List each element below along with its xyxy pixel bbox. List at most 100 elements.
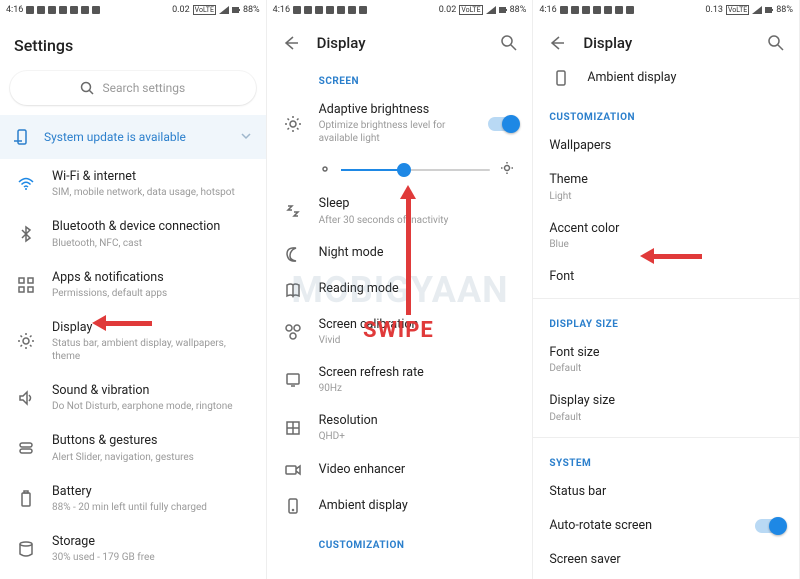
item-title: Theme xyxy=(549,172,785,188)
search-input[interactable]: Search settings xyxy=(10,71,256,105)
item-status-bar[interactable]: Status bar xyxy=(533,475,799,509)
signal-icon xyxy=(752,6,762,14)
item-title: Night mode xyxy=(319,245,519,261)
signal-icon xyxy=(486,6,496,14)
item-resolution[interactable]: ResolutionQHD+ xyxy=(267,404,533,452)
item-sub: SIM, mobile network, data usage, hotspot xyxy=(52,186,252,199)
status-app-icon xyxy=(293,6,301,14)
chevron-down-icon xyxy=(240,130,252,145)
status-volte: VoLTE xyxy=(726,5,749,15)
item-font-size[interactable]: Font sizeDefault xyxy=(533,336,799,384)
item-sub: After 30 seconds of inactivity xyxy=(319,214,519,227)
item-reading-mode[interactable]: Reading mode xyxy=(267,272,533,308)
item-night-mode[interactable]: Night mode xyxy=(267,236,533,272)
search-icon xyxy=(767,34,785,52)
settings-item-security[interactable]: Security & lock screen xyxy=(0,574,266,579)
display-icon xyxy=(17,332,35,350)
item-sub: Status bar, ambient display, wallpapers,… xyxy=(52,337,252,363)
item-title: Screen saver xyxy=(549,552,785,568)
item-refresh-rate[interactable]: Screen refresh rate90Hz xyxy=(267,356,533,404)
divider xyxy=(533,437,799,438)
brightness-slider[interactable] xyxy=(267,154,533,187)
settings-item-wifi[interactable]: Wi-Fi & internetSIM, mobile network, dat… xyxy=(0,159,266,209)
item-theme[interactable]: Theme Light xyxy=(533,163,799,211)
item-ambient-display[interactable]: Ambient display xyxy=(533,60,799,96)
settings-item-battery[interactable]: Battery88% - 20 min left until fully cha… xyxy=(0,474,266,524)
item-font[interactable]: Font xyxy=(533,260,799,294)
adaptive-brightness-toggle[interactable] xyxy=(488,117,518,131)
banner-text: System update is available xyxy=(44,130,186,144)
item-adaptive-brightness[interactable]: Adaptive brightnessOptimize brightness l… xyxy=(267,93,533,154)
item-title: Adaptive brightness xyxy=(319,102,475,118)
status-time: 4:16 xyxy=(273,5,290,15)
status-app-icon xyxy=(326,6,334,14)
section-screen: SCREEN xyxy=(267,60,533,93)
settings-item-sound[interactable]: Sound & vibrationDo Not Disturb, earphon… xyxy=(0,373,266,423)
status-app-icon xyxy=(582,6,590,14)
storage-icon xyxy=(17,540,35,558)
status-app-icon xyxy=(59,6,67,14)
status-app-icon xyxy=(48,6,56,14)
buttons-icon xyxy=(17,439,35,457)
item-sub: QHD+ xyxy=(319,430,519,443)
search-button[interactable] xyxy=(500,34,518,52)
display-screen: 4:16 0.02 VoLTE 88% Display SCREE xyxy=(267,0,534,579)
wifi-icon xyxy=(17,175,35,193)
search-button[interactable] xyxy=(767,34,785,52)
status-app-icon xyxy=(315,6,323,14)
item-ambient-display[interactable]: Ambient display xyxy=(267,488,533,524)
item-auto-rotate[interactable]: Auto-rotate screen xyxy=(533,509,799,543)
status-app-icon xyxy=(337,6,345,14)
settings-item-apps[interactable]: Apps & notificationsPermissions, default… xyxy=(0,260,266,310)
item-sub: Light xyxy=(549,190,785,203)
item-screen-saver[interactable]: Screen saver xyxy=(533,543,799,577)
item-sub: Optimize brightness level for available … xyxy=(319,119,475,145)
signal-icon xyxy=(219,6,229,14)
swipe-label: SWIPE xyxy=(363,318,434,343)
item-accent-color[interactable]: Accent colorBlue xyxy=(533,212,799,260)
item-sub: 30% used - 179 GB free xyxy=(52,551,252,564)
item-video-enhancer[interactable]: Video enhancer xyxy=(267,452,533,488)
brightness-low-icon xyxy=(319,160,331,179)
item-sub: Permissions, default apps xyxy=(52,287,252,300)
settings-item-bluetooth[interactable]: Bluetooth & device connectionBluetooth, … xyxy=(0,209,266,259)
arrow-left-icon xyxy=(281,34,299,52)
moon-icon xyxy=(284,245,302,263)
item-title: Resolution xyxy=(319,413,519,429)
settings-item-buttons[interactable]: Buttons & gesturesAlert Slider, navigati… xyxy=(0,423,266,473)
item-sub: 88% - 20 min left until fully charged xyxy=(52,501,252,514)
status-app-icon xyxy=(615,6,623,14)
section-customization: CUSTOMIZATION xyxy=(267,524,533,557)
status-app-icon xyxy=(70,6,78,14)
brightness-icon xyxy=(284,115,302,133)
item-title: Sound & vibration xyxy=(52,383,252,399)
search-icon xyxy=(500,34,518,52)
battery-icon xyxy=(765,6,773,14)
book-icon xyxy=(284,281,302,299)
settings-screen: 4:16 0.02 VoLTE 88% Settings Search sett… xyxy=(0,0,267,579)
bluetooth-icon xyxy=(17,225,35,243)
item-title: Video enhancer xyxy=(319,462,519,478)
arrow-left-icon xyxy=(547,34,565,52)
item-sub: Do Not Disturb, earphone mode, ringtone xyxy=(52,400,252,413)
item-title: Reading mode xyxy=(319,281,519,297)
status-app-icon xyxy=(92,6,100,14)
auto-rotate-toggle[interactable] xyxy=(755,519,785,533)
status-app-icon xyxy=(604,6,612,14)
item-title: Screen refresh rate xyxy=(319,365,519,381)
status-app-icon xyxy=(571,6,579,14)
back-button[interactable] xyxy=(547,34,565,52)
settings-item-display[interactable]: DisplayStatus bar, ambient display, wall… xyxy=(0,310,266,373)
item-title: Apps & notifications xyxy=(52,270,252,286)
item-title: Display size xyxy=(549,393,785,409)
item-title: Font size xyxy=(549,345,785,361)
item-sleep[interactable]: SleepAfter 30 seconds of inactivity xyxy=(267,187,533,235)
back-button[interactable] xyxy=(281,34,299,52)
item-wallpapers[interactable]: Wallpapers xyxy=(533,129,799,163)
apps-icon xyxy=(17,276,35,294)
system-update-banner[interactable]: System update is available xyxy=(0,115,266,159)
item-title: Status bar xyxy=(549,484,785,500)
item-display-size[interactable]: Display sizeDefault xyxy=(533,384,799,432)
settings-item-storage[interactable]: Storage30% used - 179 GB free xyxy=(0,524,266,574)
item-sub: Default xyxy=(549,362,785,375)
